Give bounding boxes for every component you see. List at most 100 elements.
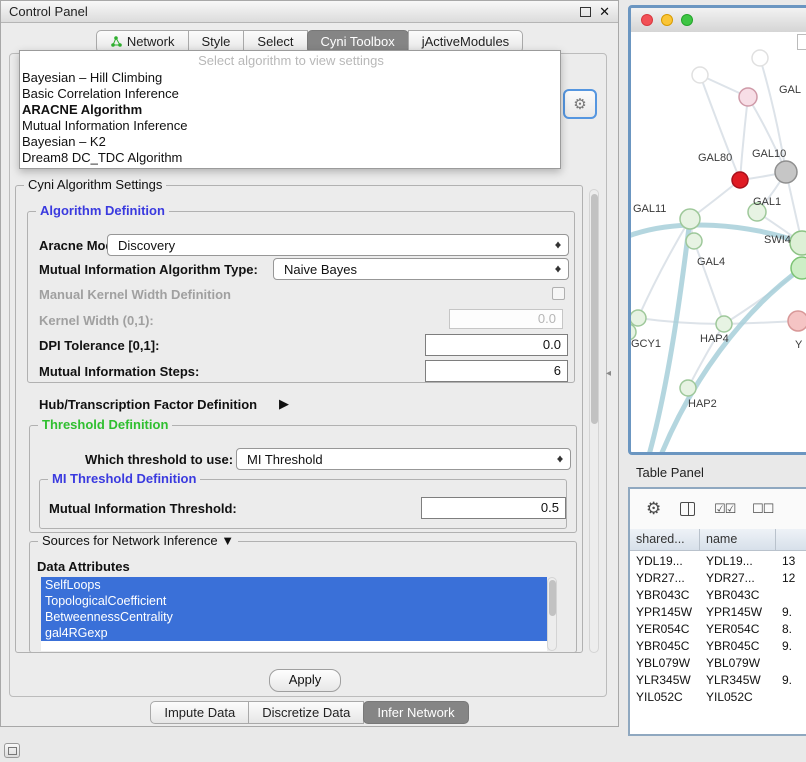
cell: 13 xyxy=(776,553,806,570)
cell: YBR045C xyxy=(630,638,700,655)
attribute-item-selected[interactable]: SelfLoops xyxy=(41,577,547,593)
network-node[interactable] xyxy=(686,233,702,249)
selected-value: Naive Bayes xyxy=(284,262,357,277)
cell: YIL052C xyxy=(700,689,776,706)
network-node[interactable] xyxy=(790,231,806,255)
table-row[interactable]: YBR045C YBR045C 9. xyxy=(630,638,806,655)
manual-kernel-checkbox[interactable] xyxy=(552,287,565,300)
dpi-tolerance-field[interactable]: 0.0 xyxy=(425,334,568,356)
cell: 12 xyxy=(776,570,806,587)
gear-icon: ⚙ xyxy=(573,95,586,113)
column-header-shared-name[interactable]: shared... xyxy=(630,529,700,550)
columns-icon[interactable] xyxy=(680,502,695,516)
algorithm-option[interactable]: Bayesian – Hill Climbing xyxy=(20,70,560,86)
table-row[interactable]: YLR345W YLR345W 9. xyxy=(630,672,806,689)
network-node[interactable] xyxy=(775,161,797,183)
node-label: HAP4 xyxy=(700,333,729,345)
network-node[interactable] xyxy=(716,316,732,332)
attribute-item-selected[interactable]: TopologicalCoefficient xyxy=(41,593,547,609)
algorithm-option[interactable]: Bayesian – K2 xyxy=(20,134,560,150)
float-window-icon[interactable] xyxy=(580,7,591,17)
column-header-extra[interactable] xyxy=(776,529,806,550)
group-title: Threshold Definition xyxy=(38,417,172,432)
zoom-window-icon[interactable] xyxy=(681,14,693,26)
algorithm-option-selected[interactable]: ARACNE Algorithm xyxy=(20,102,560,118)
mi-algorithm-type-select[interactable]: Naive Bayes xyxy=(273,258,569,280)
network-node[interactable] xyxy=(631,310,646,326)
control-panel-window: Control Panel ✕ Network Style Select Cyn… xyxy=(0,0,619,727)
network-node[interactable] xyxy=(732,172,748,188)
network-node[interactable] xyxy=(680,209,700,229)
mi-steps-label: Mutual Information Steps: xyxy=(39,364,199,379)
table-row[interactable]: YER054C YER054C 8. xyxy=(630,621,806,638)
collapsed-panel-icon[interactable] xyxy=(4,743,20,758)
table-row[interactable]: YDR27... YDR27... 12 xyxy=(630,570,806,587)
aracne-mode-select[interactable]: Discovery xyxy=(107,234,569,256)
birdseye-corner[interactable] xyxy=(797,34,806,50)
apply-button[interactable]: Apply xyxy=(269,669,341,692)
table-row[interactable]: YDL19... YDL19... 13 xyxy=(630,553,806,570)
data-attributes-list: SelfLoops TopologicalCoefficient Between… xyxy=(41,577,547,651)
network-node[interactable] xyxy=(788,311,806,331)
gear-icon[interactable]: ⚙ xyxy=(646,499,661,519)
table-panel-window: ⚙ ☑☑ ☐☐ shared... name YDL19... YDL19...… xyxy=(628,487,806,736)
tab-label: Cyni Toolbox xyxy=(321,34,395,49)
mi-steps-field[interactable]: 6 xyxy=(425,360,568,382)
algorithm-option[interactable]: Dream8 DC_TDC Algorithm xyxy=(20,150,560,166)
cell: YBL079W xyxy=(630,655,700,672)
kernel-width-field[interactable]: 0.0 xyxy=(449,309,563,329)
expand-arrow-icon[interactable]: ▶ xyxy=(279,396,289,412)
table-row[interactable]: YBL079W YBL079W xyxy=(630,655,806,672)
column-header-name[interactable]: name xyxy=(700,529,776,550)
close-icon[interactable]: ✕ xyxy=(599,5,610,18)
cell: YLR345W xyxy=(630,672,700,689)
dpi-tolerance-label: DPI Tolerance [0,1]: xyxy=(39,338,159,353)
splitter-handle[interactable]: ◂ xyxy=(606,368,611,379)
algorithm-option[interactable]: Basic Correlation Inference xyxy=(20,86,560,102)
attribute-item-selected[interactable]: gal4RGexp xyxy=(41,625,547,641)
network-node[interactable] xyxy=(680,380,696,396)
tab-infer-network[interactable]: Infer Network xyxy=(363,701,468,724)
table-header: shared... name xyxy=(630,529,806,551)
algorithm-option[interactable]: Mutual Information Inference xyxy=(20,118,560,134)
network-canvas[interactable]: GAL80 GAL10 GAL GAL11 GAL1 SWI4 GAL4 GCY… xyxy=(631,32,806,452)
network-node[interactable] xyxy=(752,50,768,66)
attributes-scrollbar[interactable] xyxy=(547,577,557,651)
network-node[interactable] xyxy=(791,257,806,279)
network-node[interactable] xyxy=(739,88,757,106)
settings-scrollbar[interactable] xyxy=(589,189,599,653)
bottom-tabbar: Impute Data Discretize Data Infer Networ… xyxy=(1,701,618,724)
algorithm-options-button[interactable]: ⚙ xyxy=(563,89,597,119)
which-threshold-select[interactable]: MI Threshold xyxy=(236,448,571,470)
cell: YLR345W xyxy=(700,672,776,689)
network-window-titlebar xyxy=(631,8,806,33)
control-panel-titlebar: Control Panel ✕ xyxy=(1,1,618,23)
cell: YBR045C xyxy=(700,638,776,655)
mi-threshold-label: Mutual Information Threshold: xyxy=(49,501,237,516)
sources-title: Sources for Network Inference xyxy=(42,533,218,548)
deselect-all-checkboxes-icon[interactable]: ☐☐ xyxy=(752,501,773,517)
table-row[interactable]: YIL052C YIL052C xyxy=(630,689,806,706)
select-all-checkboxes-icon[interactable]: ☑☑ xyxy=(714,501,735,517)
table-row[interactable]: YPR145W YPR145W 9. xyxy=(630,604,806,621)
tab-discretize-data[interactable]: Discretize Data xyxy=(248,701,364,724)
tab-impute-data[interactable]: Impute Data xyxy=(150,701,249,724)
settings-scrollbar-thumb[interactable] xyxy=(591,194,598,424)
cell: YDL19... xyxy=(700,553,776,570)
minimize-window-icon[interactable] xyxy=(661,14,673,26)
attribute-item-selected[interactable]: BetweennessCentrality xyxy=(41,609,547,625)
collapse-arrow-icon[interactable]: ▼ xyxy=(221,533,234,548)
algorithm-placeholder: Select algorithm to view settings xyxy=(20,51,560,70)
node-label: GAL10 xyxy=(752,148,786,160)
node-label: GAL4 xyxy=(697,256,725,268)
attributes-scrollbar-thumb[interactable] xyxy=(549,580,556,616)
mi-threshold-field[interactable]: 0.5 xyxy=(421,497,566,519)
close-window-icon[interactable] xyxy=(641,14,653,26)
group-title: Cyni Algorithm Settings xyxy=(24,177,166,192)
cell: YBR043C xyxy=(700,587,776,604)
network-node[interactable] xyxy=(692,67,708,83)
selected-value: MI Threshold xyxy=(247,452,323,467)
cell: YDL19... xyxy=(630,553,700,570)
table-row[interactable]: YBR043C YBR043C xyxy=(630,587,806,604)
node-label: GAL xyxy=(779,84,801,96)
